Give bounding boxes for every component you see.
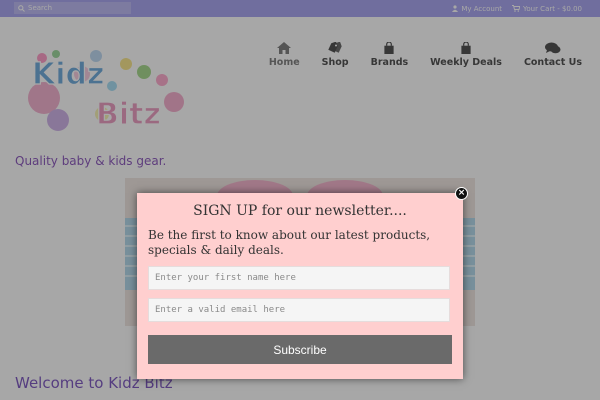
close-popup-button[interactable]: ×	[455, 187, 468, 200]
newsletter-popup: SIGN UP for our newsletter.... Be the fi…	[137, 193, 463, 379]
newsletter-title: SIGN UP for our newsletter....	[193, 203, 407, 219]
subscribe-button[interactable]: Subscribe	[148, 335, 452, 364]
email-field[interactable]	[148, 298, 450, 322]
newsletter-description: Be the first to know about our latest pr…	[148, 228, 431, 257]
close-icon: ×	[457, 188, 466, 198]
first-name-field[interactable]	[148, 266, 450, 290]
